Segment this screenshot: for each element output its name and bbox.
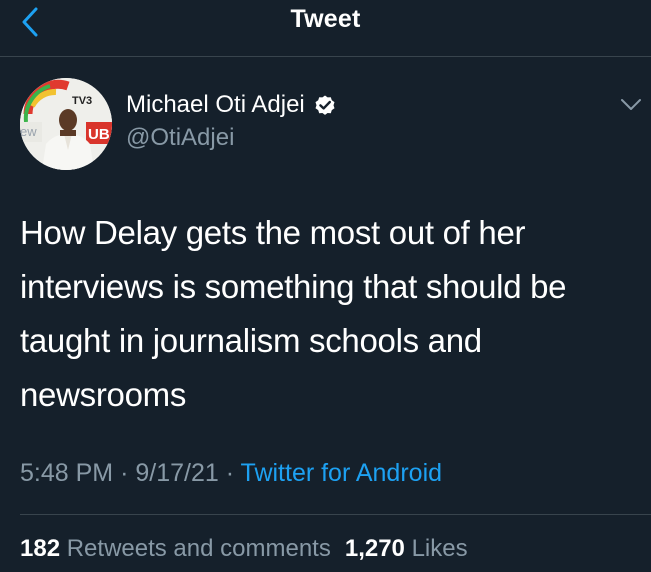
meta-separator: · xyxy=(120,459,129,487)
top-bar: Tweet xyxy=(0,0,651,57)
tweet-text-line: taught in journalism schools and xyxy=(20,322,482,359)
tweet-text: How Delay gets the most out of her inter… xyxy=(20,206,640,422)
avatar-logo-text: TV3 xyxy=(72,95,92,107)
retweets-label: Retweets and comments xyxy=(66,535,331,562)
tweet-date: 9/17/21 xyxy=(135,459,219,487)
tweet-source-link[interactable]: Twitter for Android xyxy=(241,459,442,487)
avatar[interactable]: TV3 ew UB xyxy=(20,78,112,170)
meta-separator: · xyxy=(225,459,235,487)
tweet-text-line: newsrooms xyxy=(20,376,187,413)
avatar-backdrop-right: UB xyxy=(88,126,110,143)
tweet-time: 5:48 PM xyxy=(20,459,114,487)
tweet-text-line: interviews is something that should be xyxy=(20,268,567,305)
author-name[interactable]: Michael Oti Adjei xyxy=(126,91,337,119)
verified-badge-icon xyxy=(315,95,335,115)
author-name-text: Michael Oti Adjei xyxy=(126,91,305,118)
tweet-text-line: How Delay gets the most out of her xyxy=(20,214,526,251)
tweet-detail-screen: Tweet TV3 ew UB Michael Oti Adjei @OtiAd… xyxy=(0,0,651,572)
page-title: Tweet xyxy=(290,5,361,33)
chevron-down-icon xyxy=(621,99,641,110)
tweet-stats: 182 Retweets and comments 1,270 Likes xyxy=(20,535,468,563)
retweets-stat[interactable]: 182 Retweets and comments xyxy=(20,535,331,562)
tweet-meta: 5:48 PM · 9/17/21 · Twitter for Android xyxy=(20,459,442,488)
likes-stat[interactable]: 1,270 Likes xyxy=(345,535,468,562)
retweets-count: 182 xyxy=(20,535,61,562)
author-handle[interactable]: @OtiAdjei xyxy=(126,124,234,152)
more-options-button[interactable] xyxy=(618,92,644,118)
avatar-image: TV3 ew UB xyxy=(20,78,112,170)
divider xyxy=(20,514,651,515)
likes-label: Likes xyxy=(411,535,468,562)
avatar-backdrop-left: ew xyxy=(20,124,37,139)
likes-count: 1,270 xyxy=(344,535,405,562)
